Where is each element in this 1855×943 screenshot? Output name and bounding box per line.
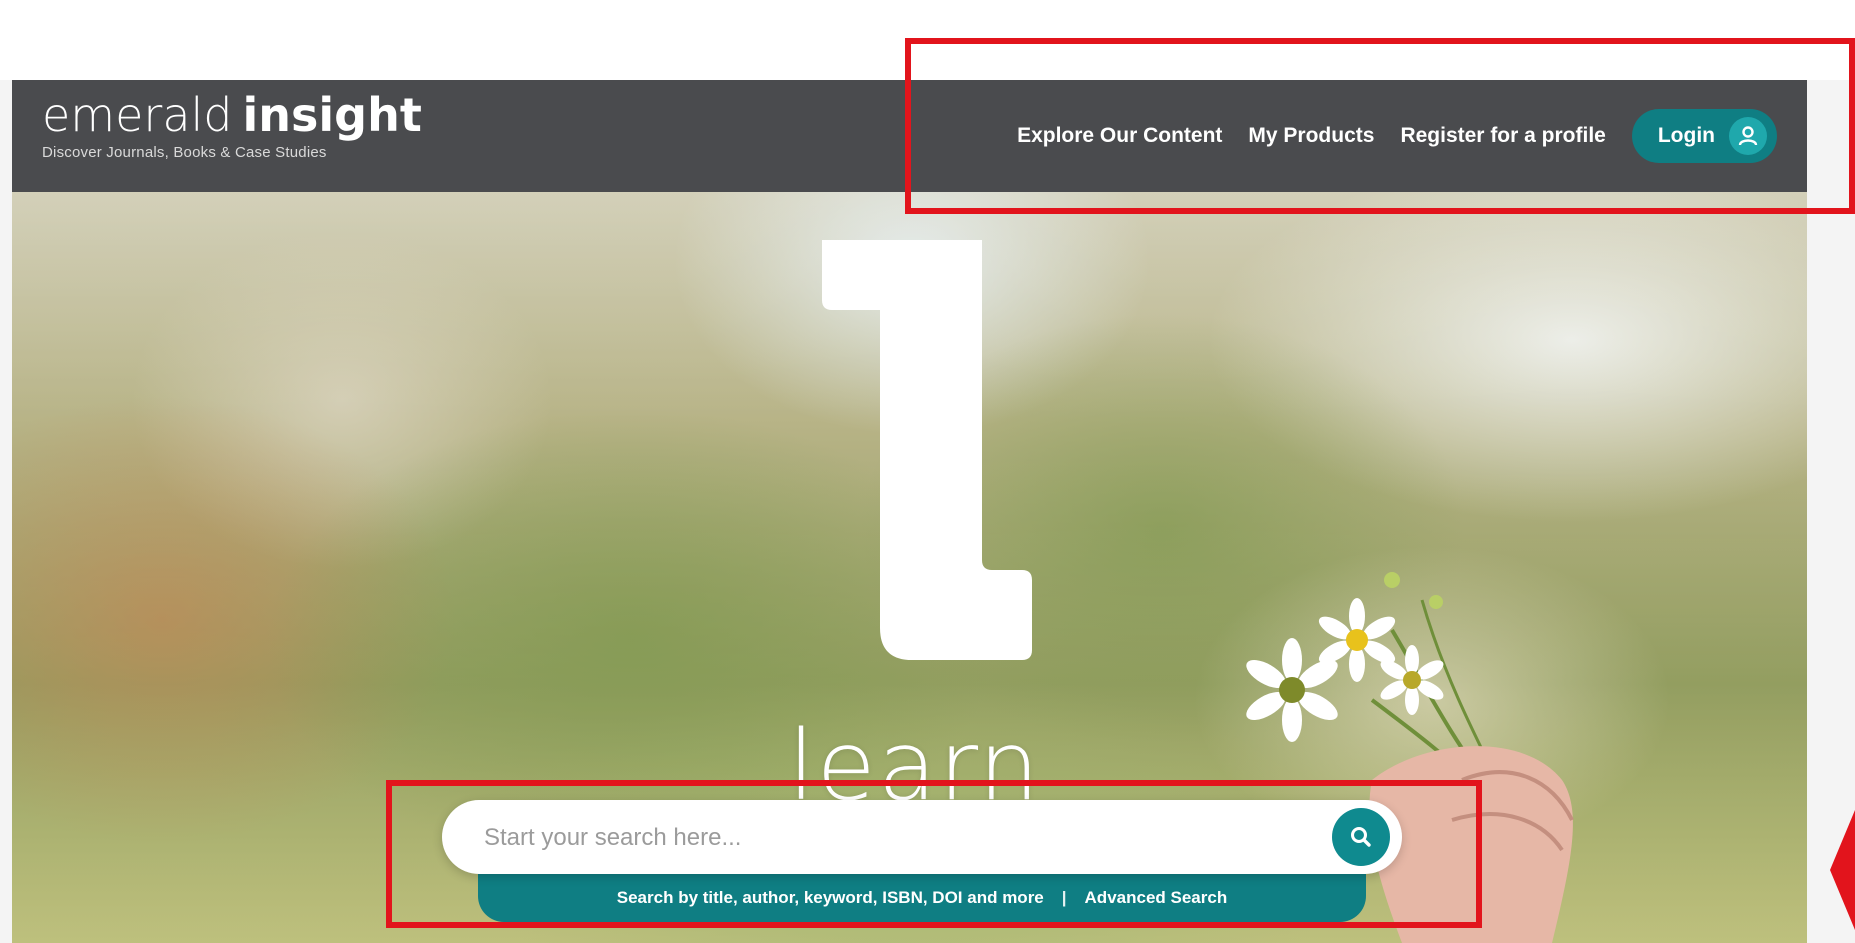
logo-light-text: emerald: [42, 88, 233, 142]
highlight-box-search: [386, 780, 1482, 928]
logo-tagline: Discover Journals, Books & Case Studies: [42, 144, 327, 161]
logo-bold-text: insight: [242, 88, 422, 142]
highlight-box-nav: [905, 38, 1855, 214]
red-arrow-icon: [1830, 810, 1855, 930]
emerald-insight-logo[interactable]: emerald insight Discover Journals, Books…: [42, 92, 422, 161]
hero-letter-graphic: [822, 240, 1032, 660]
